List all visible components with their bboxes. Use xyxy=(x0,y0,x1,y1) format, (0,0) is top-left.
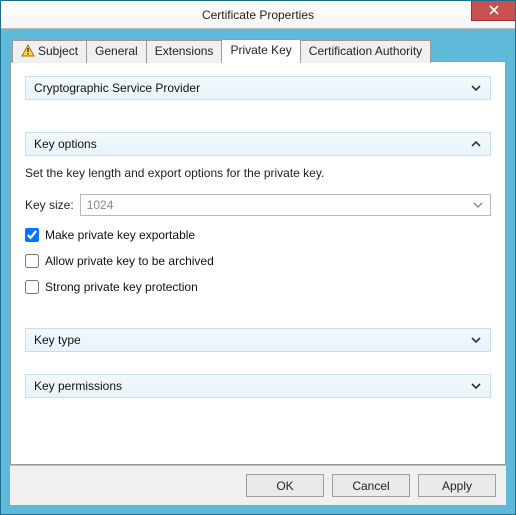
exportable-row: Make private key exportable xyxy=(25,228,491,242)
exportable-checkbox[interactable] xyxy=(25,228,39,242)
section-key-type[interactable]: Key type xyxy=(25,328,491,352)
tab-panel: Cryptographic Service Provider Key optio… xyxy=(10,61,506,465)
tab-cert-authority[interactable]: Certification Authority xyxy=(300,40,431,63)
chevron-down-icon xyxy=(470,334,482,346)
apply-button[interactable]: Apply xyxy=(418,474,496,497)
section-title: Cryptographic Service Provider xyxy=(34,81,200,95)
strong-row: Strong private key protection xyxy=(25,280,491,294)
chevron-down-icon xyxy=(470,82,482,94)
archived-checkbox[interactable] xyxy=(25,254,39,268)
tab-label: Subject xyxy=(38,44,78,58)
tab-label: Private Key xyxy=(230,43,291,57)
tab-label: General xyxy=(95,44,138,58)
section-csp[interactable]: Cryptographic Service Provider xyxy=(25,76,491,100)
chevron-down-icon xyxy=(470,380,482,392)
key-size-row: Key size: 1024 xyxy=(25,194,491,216)
chevron-up-icon xyxy=(470,138,482,150)
tab-label: Extensions xyxy=(155,44,214,58)
close-button[interactable] xyxy=(471,1,515,21)
titlebar: Certificate Properties xyxy=(1,1,515,29)
section-title: Key type xyxy=(34,333,81,347)
archived-row: Allow private key to be archived xyxy=(25,254,491,268)
close-icon xyxy=(489,4,499,18)
warning-icon xyxy=(21,44,35,58)
tab-label: Certification Authority xyxy=(309,44,422,58)
key-size-value: 1024 xyxy=(87,198,114,212)
section-title: Key permissions xyxy=(34,379,122,393)
tab-subject[interactable]: Subject xyxy=(12,40,87,63)
tab-private-key[interactable]: Private Key xyxy=(221,39,300,62)
window-title: Certificate Properties xyxy=(202,8,314,22)
strong-checkbox[interactable] xyxy=(25,280,39,294)
section-title: Key options xyxy=(34,137,97,151)
tab-extensions[interactable]: Extensions xyxy=(146,40,223,63)
archived-label: Allow private key to be archived xyxy=(45,254,214,268)
section-key-options[interactable]: Key options xyxy=(25,132,491,156)
section-key-permissions[interactable]: Key permissions xyxy=(25,374,491,398)
dialog-body: Subject General Extensions Private Key C… xyxy=(1,29,515,514)
button-label: Cancel xyxy=(352,479,389,493)
cancel-button[interactable]: Cancel xyxy=(332,474,410,497)
tabstrip: Subject General Extensions Private Key C… xyxy=(10,38,506,61)
key-size-label: Key size: xyxy=(25,198,74,212)
dialog-window: Certificate Properties Subject General E… xyxy=(0,0,516,515)
key-size-select[interactable]: 1024 xyxy=(80,194,491,216)
strong-label: Strong private key protection xyxy=(45,280,198,294)
ok-button[interactable]: OK xyxy=(246,474,324,497)
chevron-down-icon xyxy=(472,199,484,211)
tab-general[interactable]: General xyxy=(86,40,147,63)
section-description: Set the key length and export options fo… xyxy=(25,166,491,180)
dialog-button-row: OK Cancel Apply xyxy=(10,465,506,505)
button-label: Apply xyxy=(442,479,472,493)
button-label: OK xyxy=(276,479,293,493)
exportable-label: Make private key exportable xyxy=(45,228,195,242)
